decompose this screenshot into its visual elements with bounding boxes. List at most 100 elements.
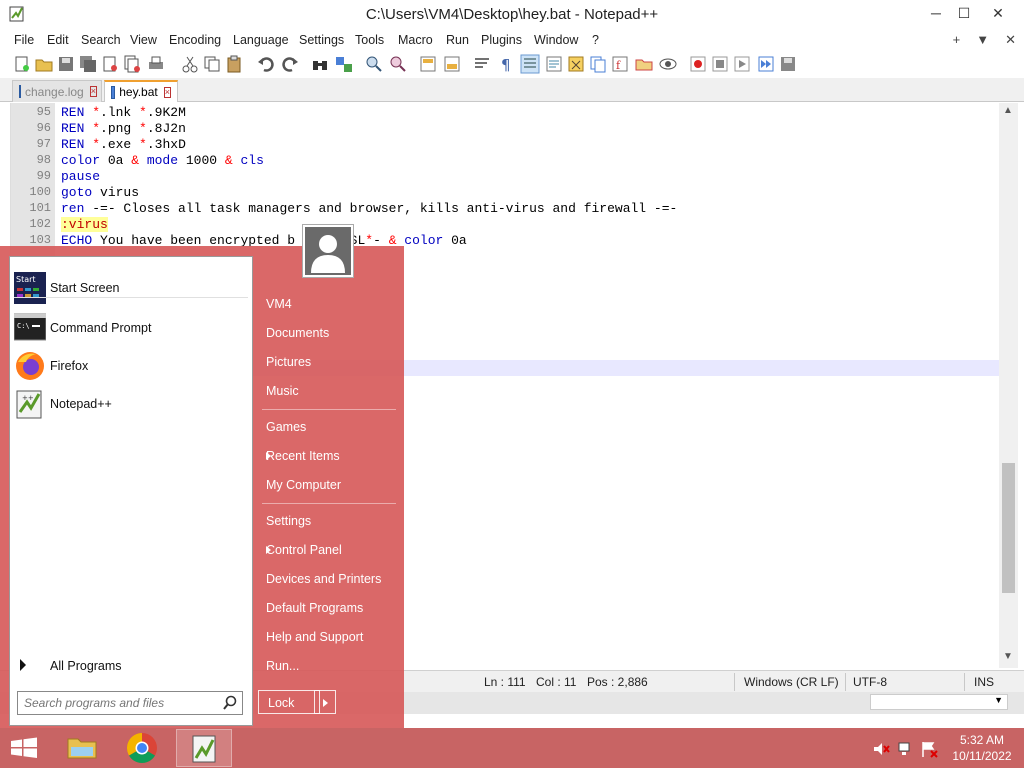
menu-plugins[interactable]: Plugins <box>481 33 522 47</box>
open-file-icon[interactable] <box>34 54 54 74</box>
sync-vertical-icon[interactable] <box>418 54 438 74</box>
record-macro-icon[interactable] <box>688 54 708 74</box>
taskbar-notepadpp[interactable] <box>176 729 232 767</box>
all-programs-button[interactable]: All Programs <box>10 653 252 679</box>
tab-close-icon[interactable]: × <box>89 86 97 97</box>
tab-hey-bat[interactable]: hey.bat × <box>104 80 178 102</box>
menu-view[interactable]: View <box>130 33 157 47</box>
volume-muted-icon[interactable] <box>872 740 890 758</box>
vertical-scrollbar[interactable]: ▲ ▼ <box>999 103 1018 668</box>
undo-icon[interactable] <box>256 54 276 74</box>
start-link-pictures[interactable]: Pictures <box>258 348 398 376</box>
lock-button[interactable]: Lock <box>258 690 320 714</box>
word-wrap-icon[interactable] <box>472 54 492 74</box>
start-link-documents[interactable]: Documents <box>258 319 398 347</box>
sync-horizontal-icon[interactable] <box>442 54 462 74</box>
close-all-icon[interactable] <box>122 54 142 74</box>
status-encoding[interactable]: UTF-8 <box>853 675 887 689</box>
menu-macro[interactable]: Macro <box>398 33 433 47</box>
start-link-settings[interactable]: Settings <box>258 507 398 535</box>
chrome-icon[interactable] <box>114 729 170 767</box>
show-all-chars-icon[interactable]: ¶ <box>496 54 516 74</box>
new-file-icon[interactable] <box>12 54 32 74</box>
tab-change-log[interactable]: change.log × <box>12 80 102 102</box>
start-button-windows-icon[interactable] <box>0 729 48 767</box>
code-line[interactable]: color 0a & mode 1000 & cls <box>61 153 264 168</box>
scrollbar-thumb[interactable] <box>1002 463 1015 593</box>
code-line[interactable]: ren -=- Closes all task managers and bro… <box>61 201 677 216</box>
play-macro-icon[interactable] <box>732 54 752 74</box>
indent-guide-icon[interactable] <box>520 54 540 74</box>
search-icon[interactable] <box>222 695 238 711</box>
close-button[interactable]: ✕ <box>976 0 1020 26</box>
close-doc-button[interactable]: ✕ <box>1005 32 1016 48</box>
code-line[interactable]: REN *.lnk *.9K2M <box>61 105 186 120</box>
save-icon[interactable] <box>56 54 76 74</box>
paste-icon[interactable] <box>224 54 244 74</box>
file-explorer-icon[interactable] <box>54 729 110 767</box>
zoom-out-icon[interactable] <box>388 54 408 74</box>
start-link-games[interactable]: Games <box>258 413 398 441</box>
menu-help[interactable]: ? <box>592 33 599 47</box>
network-icon[interactable] <box>896 740 914 758</box>
title-bar[interactable]: C:\Users\VM4\Desktop\hey.bat - Notepad++… <box>0 0 1024 30</box>
start-link-music[interactable]: Music <box>258 377 398 405</box>
code-line[interactable]: REN *.png *.8J2n <box>61 121 186 136</box>
function-list-icon[interactable] <box>566 54 586 74</box>
start-link-help-support[interactable]: Help and Support <box>258 623 398 651</box>
function-icon[interactable]: f <box>610 54 630 74</box>
pinned-notepadpp[interactable]: ++ Notepad++ <box>10 385 252 423</box>
code-line[interactable]: pause <box>61 169 100 184</box>
cut-icon[interactable] <box>180 54 200 74</box>
pinned-command-prompt[interactable]: C:\ Command Prompt <box>10 309 252 347</box>
user-avatar[interactable] <box>302 224 354 278</box>
search-box[interactable] <box>17 691 243 715</box>
start-link-vm4[interactable]: VM4 <box>258 290 398 318</box>
menu-run[interactable]: Run <box>446 33 469 47</box>
doc-map-icon[interactable] <box>544 54 564 74</box>
save-all-icon[interactable] <box>78 54 98 74</box>
tab-list-button[interactable]: ▼ <box>976 32 989 48</box>
menu-language[interactable]: Language <box>233 33 289 47</box>
status-eol[interactable]: Windows (CR LF) <box>744 675 839 689</box>
action-center-flag-icon[interactable] <box>920 740 938 758</box>
start-link-control-panel[interactable]: Control Panel <box>258 536 398 564</box>
system-clock[interactable]: 5:32 AM 10/11/2022 <box>944 732 1020 764</box>
folder-as-workspace-icon[interactable] <box>588 54 608 74</box>
pinned-firefox[interactable]: Firefox <box>10 347 252 385</box>
start-link-devices-printers[interactable]: Devices and Printers <box>258 565 398 593</box>
folder-icon[interactable] <box>634 54 654 74</box>
start-link-recent-items[interactable]: Recent Items <box>258 442 398 470</box>
search-input[interactable] <box>18 692 218 714</box>
status-insert-mode[interactable]: INS <box>974 675 994 689</box>
code-line[interactable]: goto virus <box>61 185 139 200</box>
save-macro-icon[interactable] <box>778 54 798 74</box>
close-file-icon[interactable] <box>100 54 120 74</box>
tab-close-icon[interactable]: × <box>163 86 171 98</box>
pinned-start-screen[interactable]: Start Start Screen <box>10 269 252 307</box>
redo-icon[interactable] <box>280 54 300 74</box>
code-line[interactable]: REN *.exe *.3hxD <box>61 137 186 152</box>
stop-macro-icon[interactable] <box>710 54 730 74</box>
menu-window[interactable]: Window <box>534 33 578 47</box>
menu-search[interactable]: Search <box>81 33 121 47</box>
scroll-down-icon[interactable]: ▼ <box>1003 651 1013 662</box>
menu-settings[interactable]: Settings <box>299 33 344 47</box>
copy-icon[interactable] <box>202 54 222 74</box>
dropdown-box[interactable]: ▼ <box>870 694 1008 710</box>
new-tab-button[interactable]: + <box>953 32 961 48</box>
menu-edit[interactable]: Edit <box>47 33 69 47</box>
menu-encoding[interactable]: Encoding <box>169 33 221 47</box>
code-line[interactable]: :virus <box>61 217 108 232</box>
power-options-button[interactable] <box>314 690 336 714</box>
menu-tools[interactable]: Tools <box>355 33 384 47</box>
scroll-up-icon[interactable]: ▲ <box>1003 105 1013 116</box>
run-macro-multiple-icon[interactable] <box>756 54 776 74</box>
start-link-my-computer[interactable]: My Computer <box>258 471 398 499</box>
find-icon[interactable] <box>310 54 330 74</box>
menu-file[interactable]: File <box>14 33 34 47</box>
start-link-run[interactable]: Run... <box>258 652 398 680</box>
replace-icon[interactable] <box>334 54 354 74</box>
zoom-in-icon[interactable] <box>364 54 384 74</box>
start-link-default-programs[interactable]: Default Programs <box>258 594 398 622</box>
